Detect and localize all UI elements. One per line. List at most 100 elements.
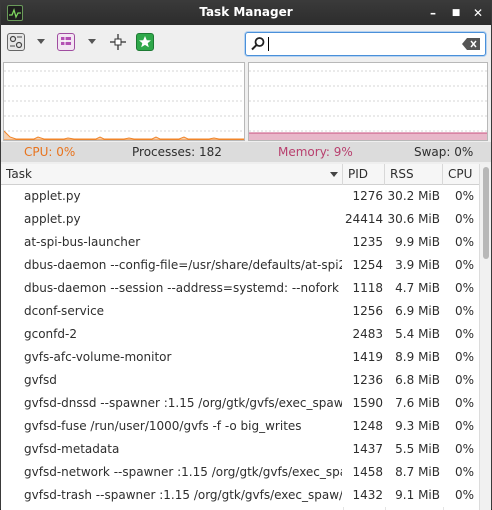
cpu-graph — [3, 62, 245, 141]
task-manager-window: Task Manager – ■ ✕ CPU: 0% Processes: 18… — [0, 0, 492, 510]
rss-cell: 8.7 MiB — [395, 465, 440, 479]
chevron-down-icon[interactable] — [37, 39, 45, 44]
memory-usage-label: Memory: 9% — [278, 145, 353, 159]
vertical-scrollbar[interactable] — [479, 164, 491, 510]
column-header-rss[interactable]: RSS — [385, 164, 443, 185]
table-row[interactable]: gvfsd-trash --spawner :1.15 /org/gtk/gvf… — [1, 484, 479, 507]
task-name-cell: gvfsd-trash --spawner :1.15 /org/gtk/gvf… — [24, 488, 342, 502]
text-cursor — [268, 37, 269, 51]
process-list: applet.py 1276 30.2 MiB 0% applet.py 24414 30.… — [1, 185, 479, 507]
table-row[interactable]: gvfsd-fuse /run/user/1000/gvfs -f -o big… — [1, 415, 479, 438]
table-row[interactable]: gconfd-2 2483 5.4 MiB 0% — [1, 323, 479, 346]
table-row[interactable]: dbus-daemon --session --address=systemd:… — [1, 277, 479, 300]
task-name-cell: gvfsd-fuse /run/user/1000/gvfs -f -o big… — [24, 419, 302, 433]
pid-cell: 1590 — [352, 396, 383, 410]
cpu-cell: 0% — [454, 189, 474, 203]
rss-cell: 5.5 MiB — [395, 442, 440, 456]
maximize-button[interactable]: ■ — [448, 5, 464, 21]
pid-cell: 1458 — [352, 465, 383, 479]
star-icon — [136, 33, 154, 51]
table-row[interactable]: gvfs-afc-volume-monitor 1419 8.9 MiB 0% — [1, 346, 479, 369]
rss-cell: 9.3 MiB — [395, 419, 440, 433]
pid-cell: 2483 — [352, 327, 383, 341]
cpu-cell: 0% — [454, 442, 474, 456]
clear-search-icon[interactable] — [461, 37, 481, 51]
task-name-cell: gvfsd-dnssd --spawner :1.15 /org/gtk/gvf… — [24, 396, 342, 410]
column-header-task-label: Task — [6, 167, 32, 181]
table-row[interactable]: dbus-daemon --config-file=/usr/share/def… — [1, 254, 479, 277]
cpu-cell: 0% — [454, 281, 474, 295]
cpu-cell: 0% — [454, 258, 474, 272]
column-header-rss-label: RSS — [390, 167, 414, 181]
search-input[interactable] — [270, 36, 460, 52]
pid-cell: 1256 — [352, 304, 383, 318]
window-title: Task Manager — [199, 5, 293, 19]
favorite-button[interactable] — [136, 33, 154, 53]
memory-graph — [248, 62, 488, 141]
table-row[interactable]: gvfsd-dnssd --spawner :1.15 /org/gtk/gvf… — [1, 392, 479, 415]
rss-cell: 8.9 MiB — [395, 350, 440, 364]
pid-cell: 1118 — [352, 281, 383, 295]
cpu-cell: 0% — [454, 396, 474, 410]
pid-cell: 1236 — [352, 373, 383, 387]
column-header-cpu-label: CPU — [448, 167, 473, 181]
swap-usage-label: Swap: 0% — [414, 145, 474, 159]
chevron-down-icon[interactable] — [88, 39, 96, 44]
cpu-cell: 0% — [454, 465, 474, 479]
table-row[interactable]: gvfsd-metadata 1437 5.5 MiB 0% — [1, 438, 479, 461]
table-row[interactable]: applet.py 24414 30.6 MiB 0% — [1, 208, 479, 231]
cpu-usage-label: CPU: 0% — [24, 145, 76, 159]
cpu-cell: 0% — [454, 235, 474, 249]
rss-cell: 9.1 MiB — [395, 488, 440, 502]
settings-menu-button[interactable] — [7, 33, 25, 53]
task-name-cell: applet.py — [24, 212, 81, 226]
cpu-cell: 0% — [454, 488, 474, 502]
table-row[interactable]: gvfsd-network --spawner :1.15 /org/gtk/g… — [1, 461, 479, 484]
columns-icon — [57, 33, 75, 51]
cpu-cell: 0% — [454, 350, 474, 364]
column-header-cpu[interactable]: CPU — [443, 164, 479, 185]
process-count-label: Processes: 182 — [132, 145, 222, 159]
pid-cell: 1432 — [352, 488, 383, 502]
minimize-button[interactable]: – — [425, 5, 441, 21]
rss-cell: 6.9 MiB — [395, 304, 440, 318]
table-row[interactable]: gvfsd 1236 6.8 MiB 0% — [1, 369, 479, 392]
task-name-cell: dbus-daemon --config-file=/usr/share/def… — [24, 258, 342, 272]
find-window-button[interactable] — [109, 33, 127, 53]
search-field[interactable] — [245, 32, 486, 56]
columns-menu-button[interactable] — [57, 33, 75, 53]
table-row[interactable]: applet.py 1276 30.2 MiB 0% — [1, 185, 479, 208]
rss-cell: 9.9 MiB — [395, 235, 440, 249]
task-name-cell: applet.py — [24, 189, 81, 203]
settings-icon — [7, 33, 25, 51]
status-bar: CPU: 0% Processes: 182 Memory: 9% Swap: … — [1, 142, 491, 162]
cpu-cell: 0% — [454, 212, 474, 226]
column-header-pid-label: PID — [348, 167, 369, 181]
memory-usage-area — [249, 133, 487, 140]
pid-cell: 1235 — [352, 235, 383, 249]
rss-cell: 7.6 MiB — [395, 396, 440, 410]
cpu-cell: 0% — [454, 327, 474, 341]
table-header: Task PID RSS CPU — [1, 164, 479, 185]
pid-cell: 1248 — [352, 419, 383, 433]
process-table: Task PID RSS CPU applet.py 1276 30.2 MiB 0%… — [1, 164, 491, 510]
rss-cell: 5.4 MiB — [395, 327, 440, 341]
table-row[interactable]: at-spi-bus-launcher 1235 9.9 MiB 0% — [1, 231, 479, 254]
pid-cell: 1419 — [352, 350, 383, 364]
cpu-cell: 0% — [454, 304, 474, 318]
task-name-cell: dbus-daemon --session --address=systemd:… — [24, 281, 342, 295]
column-header-pid[interactable]: PID — [343, 164, 385, 185]
search-icon — [251, 37, 265, 51]
cpu-usage-line — [4, 130, 244, 140]
cpu-cell: 0% — [454, 373, 474, 387]
close-button[interactable]: ✕ — [470, 5, 486, 21]
pid-cell: 1276 — [352, 189, 383, 203]
task-name-cell: gvfsd — [24, 373, 57, 387]
rss-cell: 30.6 MiB — [387, 212, 440, 226]
title-bar[interactable]: Task Manager – ■ ✕ — [1, 1, 491, 25]
sort-descending-icon[interactable] — [330, 172, 338, 177]
scrollbar-thumb[interactable] — [483, 167, 489, 259]
table-row[interactable]: dconf-service 1256 6.9 MiB 0% — [1, 300, 479, 323]
cpu-cell: 0% — [454, 419, 474, 433]
column-header-task[interactable]: Task — [1, 164, 343, 185]
